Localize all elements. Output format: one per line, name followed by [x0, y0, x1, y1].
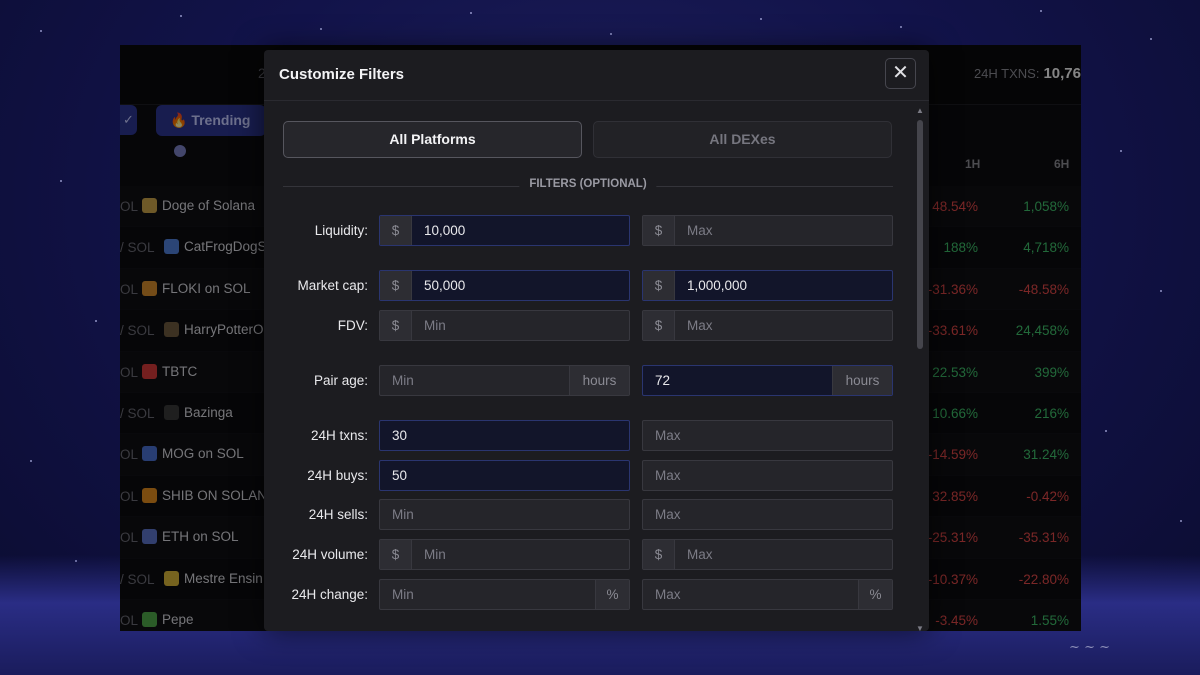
- buys-24h-max-placeholder: Max: [655, 468, 681, 483]
- sells-24h-min-placeholder: Min: [392, 507, 414, 522]
- change-24h-max-input[interactable]: Max %: [642, 579, 893, 610]
- txns-24h-max-input[interactable]: Max: [642, 420, 893, 451]
- percent-suffix: %: [595, 580, 629, 609]
- filters-section-divider: FILTERS (OPTIONAL): [283, 178, 893, 194]
- percent-suffix: %: [858, 580, 892, 609]
- fdv-max-input[interactable]: $ Max: [642, 310, 893, 341]
- modal-title: Customize Filters: [279, 66, 405, 83]
- tab-all-dexes[interactable]: All DEXes: [593, 121, 892, 158]
- dollar-prefix: $: [380, 540, 412, 569]
- pair-age-max-input[interactable]: 72 hours: [642, 365, 893, 396]
- buys-24h-min-value: 50: [392, 468, 408, 483]
- sells-24h-label: 24H sells:: [308, 507, 368, 522]
- volume-24h-min-placeholder: Min: [424, 547, 446, 562]
- pair-age-min-placeholder: Min: [392, 373, 414, 388]
- change-24h-min-input[interactable]: Min %: [379, 579, 630, 610]
- volume-24h-min-input[interactable]: $ Min: [379, 539, 630, 570]
- modal-scrollbar[interactable]: ▲ ▼: [916, 106, 924, 631]
- dollar-prefix: $: [643, 540, 675, 569]
- filters-section-label: FILTERS (OPTIONAL): [519, 178, 657, 190]
- fdv-min-placeholder: Min: [424, 318, 446, 333]
- modal-header: Customize Filters ✕: [264, 50, 929, 101]
- market-cap-min-value: 50,000: [424, 278, 466, 293]
- tab-all-platforms[interactable]: All Platforms: [283, 121, 582, 158]
- customize-filters-modal: Customize Filters ✕ All Platforms All DE…: [264, 50, 929, 631]
- volume-24h-max-placeholder: Max: [687, 547, 713, 562]
- dollar-prefix: $: [380, 216, 412, 245]
- scroll-down-icon[interactable]: ▼: [916, 624, 924, 631]
- fdv-label: FDV:: [337, 318, 368, 333]
- dollar-prefix: $: [643, 216, 675, 245]
- txns-24h-min-input[interactable]: 30: [379, 420, 630, 451]
- volume-24h-label: 24H volume:: [292, 547, 368, 562]
- pair-age-label: Pair age:: [313, 373, 368, 388]
- hours-suffix: hours: [832, 366, 892, 395]
- artist-signature: ~ ~ ~: [1069, 640, 1110, 655]
- pair-age-min-input[interactable]: Min hours: [379, 365, 630, 396]
- buys-24h-min-input[interactable]: 50: [379, 460, 630, 491]
- pair-age-max-value: 72: [655, 373, 671, 388]
- fdv-max-placeholder: Max: [687, 318, 713, 333]
- txns-24h-min-value: 30: [392, 428, 408, 443]
- dollar-prefix: $: [380, 271, 412, 300]
- market-cap-max-value: 1,000,000: [687, 278, 748, 293]
- market-cap-label: Market cap:: [297, 278, 368, 293]
- liquidity-min-value: 10,000: [424, 223, 466, 238]
- buys-24h-max-input[interactable]: Max: [642, 460, 893, 491]
- scroll-up-icon[interactable]: ▲: [916, 106, 924, 115]
- dollar-prefix: $: [643, 311, 675, 340]
- dollar-prefix: $: [643, 271, 675, 300]
- volume-24h-max-input[interactable]: $ Max: [642, 539, 893, 570]
- buys-24h-label: 24H buys:: [307, 468, 368, 483]
- sells-24h-min-input[interactable]: Min: [379, 499, 630, 530]
- close-icon: ✕: [892, 62, 909, 84]
- change-24h-label: 24H change:: [291, 587, 368, 602]
- fdv-min-input[interactable]: $ Min: [379, 310, 630, 341]
- txns-24h-max-placeholder: Max: [655, 428, 681, 443]
- close-button[interactable]: ✕: [885, 58, 916, 89]
- scrollbar-thumb[interactable]: [917, 120, 923, 349]
- sells-24h-max-placeholder: Max: [655, 507, 681, 522]
- liquidity-min-input[interactable]: $ 10,000: [379, 215, 630, 246]
- liquidity-max-input[interactable]: $ Max: [642, 215, 893, 246]
- liquidity-label: Liquidity:: [314, 223, 368, 238]
- liquidity-max-placeholder: Max: [687, 223, 713, 238]
- market-cap-max-input[interactable]: $ 1,000,000: [642, 270, 893, 301]
- sells-24h-max-input[interactable]: Max: [642, 499, 893, 530]
- txns-24h-label: 24H txns:: [310, 428, 368, 443]
- platform-tabs: All Platforms All DEXes: [283, 121, 893, 158]
- market-cap-min-input[interactable]: $ 50,000: [379, 270, 630, 301]
- change-24h-max-placeholder: Max: [655, 587, 681, 602]
- dollar-prefix: $: [380, 311, 412, 340]
- change-24h-min-placeholder: Min: [392, 587, 414, 602]
- hours-suffix: hours: [569, 366, 629, 395]
